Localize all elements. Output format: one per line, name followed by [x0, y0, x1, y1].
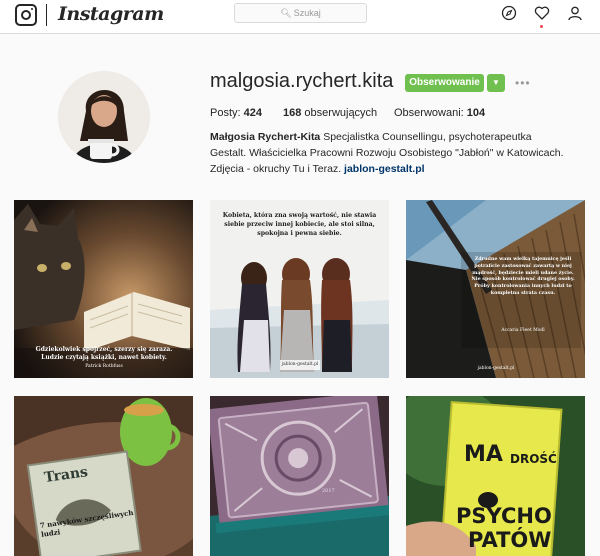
- post-quote-text: Kobieta, która zna swoją wartość, nie st…: [222, 212, 377, 237]
- following-count[interactable]: Obserwowani: 104: [394, 107, 485, 119]
- post-watermark: jablon-gestalt.pl: [477, 366, 515, 371]
- notification-dot: [540, 25, 543, 28]
- followers-label: obserwujących: [304, 107, 378, 119]
- search-input[interactable]: 🔍︎ Szukaj: [234, 3, 367, 23]
- profile-user-icon[interactable]: [567, 5, 583, 21]
- following-button[interactable]: Obserwowanie: [405, 74, 484, 92]
- post-watermark: jablon-gestalt.pl: [281, 362, 319, 367]
- posts-label: Posty:: [210, 107, 241, 119]
- followers-value: 168: [283, 107, 302, 119]
- instagram-wordmark[interactable]: Instagram: [58, 3, 164, 25]
- post-book-line4: PATÓW: [468, 528, 552, 552]
- post-book-line1: MA: [464, 442, 503, 467]
- profile-bio: Małgosia Rychert-Kita Specjalistka Couns…: [210, 129, 570, 177]
- bio-website-link[interactable]: jablon-gestalt.pl: [344, 163, 425, 175]
- post-image-ornate-notebook: [210, 396, 389, 556]
- post-quote-author: Accaria Fleet Modl: [501, 328, 545, 333]
- chevron-down-icon[interactable]: ▼: [487, 74, 505, 92]
- post-thumbnail[interactable]: Gdziekolwiek spojrzeć, szerzy się zaraza…: [14, 200, 193, 378]
- post-book-line3: PSYCHO: [456, 504, 552, 528]
- search-placeholder: Szukaj: [293, 8, 321, 18]
- search-icon: 🔍︎: [280, 8, 292, 18]
- post-quote-text: Gdziekolwiek spojrzeć, szerzy się zaraza…: [35, 346, 173, 361]
- profile-avatar[interactable]: [58, 71, 150, 163]
- posts-count[interactable]: Posty: 424: [210, 107, 262, 119]
- following-value: 104: [466, 107, 486, 119]
- post-thumbnail[interactable]: Trans 7 nawyków szczęśliwych ludzi: [14, 396, 193, 556]
- following-label: Obserwowani:: [394, 107, 464, 119]
- post-thumbnail[interactable]: 2017: [210, 396, 389, 556]
- post-thumbnail[interactable]: Zdrudne wam wielką tajemnicę jeśli potra…: [406, 200, 585, 378]
- profile-username: malgosia.rychert.kita: [210, 70, 394, 92]
- bio-full-name: Małgosia Rychert-Kita: [210, 131, 321, 143]
- post-quote-text: Zdrudne wam wielką tajemnicę jeśli potra…: [471, 256, 575, 296]
- post-book-line2: DROŚĆ: [510, 452, 557, 466]
- post-quote-author: Patrick Rothfuss: [85, 364, 123, 369]
- more-options-icon[interactable]: •••: [515, 76, 531, 90]
- compass-explore-icon[interactable]: [501, 5, 517, 21]
- post-thumbnail[interactable]: Kobieta, która zna swoją wartość, nie st…: [210, 200, 389, 378]
- posts-value: 424: [243, 107, 262, 119]
- top-navigation-bar: Instagram 🔍︎ Szukaj: [0, 0, 600, 34]
- logo-divider: [46, 4, 47, 26]
- instagram-camera-icon[interactable]: [15, 4, 37, 26]
- post-thumbnail[interactable]: MA DROŚĆ PSYCHO PATÓW: [406, 396, 585, 556]
- heart-activity-icon[interactable]: [534, 5, 550, 21]
- followers-count[interactable]: 168 obserwujących: [283, 107, 377, 119]
- post-notebook-year: 2017: [322, 488, 335, 494]
